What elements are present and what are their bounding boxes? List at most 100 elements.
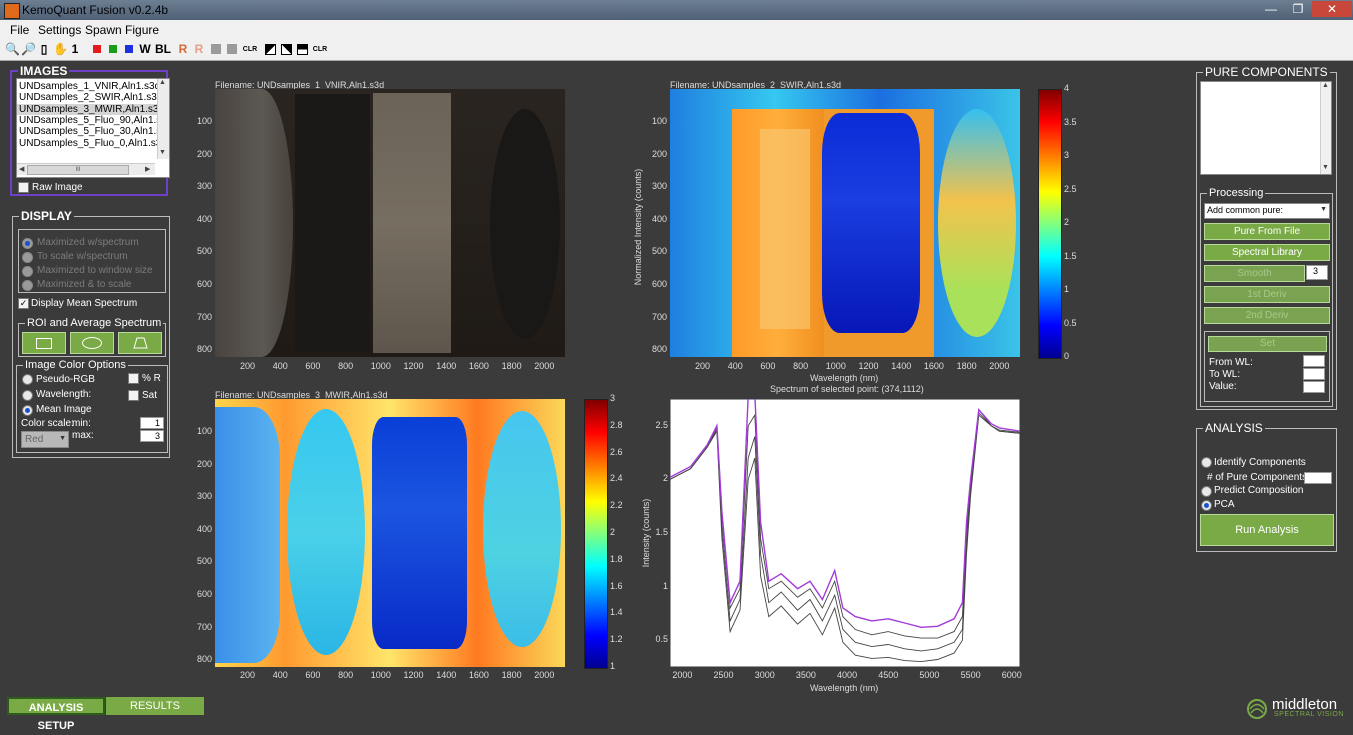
list-scrollbar-horizontal[interactable]: ◀ III ▶ bbox=[17, 163, 155, 175]
mwir-xtick: 1600 bbox=[468, 670, 489, 680]
mwir-colorbar-tick: 1.4 bbox=[610, 607, 623, 618]
roi-ellipse-button[interactable] bbox=[70, 332, 114, 354]
data-cursor-icon[interactable]: ▯ bbox=[37, 42, 51, 57]
image-file-item[interactable]: UNDsamples_5_Fluo_90,Aln1.s3 bbox=[17, 115, 158, 126]
clear-roi-button[interactable]: CLR bbox=[242, 42, 258, 57]
black-level-button[interactable]: BL bbox=[154, 42, 172, 57]
vnir-image[interactable] bbox=[215, 89, 565, 357]
vnir-xtick: 1000 bbox=[370, 361, 391, 371]
mwir-image[interactable] bbox=[215, 399, 565, 667]
channel-one-button[interactable]: 1 bbox=[69, 42, 81, 57]
smooth-input[interactable]: 3 bbox=[1306, 265, 1328, 280]
square-tool-icon[interactable] bbox=[264, 42, 276, 57]
grid-alt-icon[interactable] bbox=[226, 42, 238, 57]
wavelength-label: Wavelength: bbox=[36, 389, 92, 400]
roi-rectangle-button[interactable] bbox=[22, 332, 66, 354]
list-scrollbar-vertical[interactable]: ▲ ▼ bbox=[157, 79, 169, 159]
tab-results[interactable]: RESULTS bbox=[106, 697, 204, 715]
spectrum-xtick: 4000 bbox=[837, 670, 858, 680]
set-button[interactable]: Set bbox=[1208, 336, 1327, 352]
identify-components-radio[interactable] bbox=[1201, 457, 1212, 468]
size-radio-4[interactable] bbox=[22, 280, 33, 291]
display-mean-spectrum-checkbox[interactable]: ✓ bbox=[18, 298, 29, 309]
zoom-in-icon[interactable]: 🔍 bbox=[5, 42, 20, 57]
maximize-button[interactable]: ❐ bbox=[1285, 1, 1311, 17]
swir-xtick: 1000 bbox=[825, 361, 846, 371]
color-scale-min-input[interactable]: 1 bbox=[140, 417, 164, 429]
pure-components-title: PURE COMPONENTS bbox=[1203, 65, 1330, 79]
minimize-button[interactable]: — bbox=[1258, 1, 1284, 17]
mwir-colorbar-tick: 1.2 bbox=[610, 634, 623, 645]
image-file-item[interactable]: UNDsamples_1_VNIR,Aln1.s3d bbox=[17, 81, 158, 92]
mwir-xtick: 800 bbox=[338, 670, 354, 680]
white-button[interactable]: W bbox=[138, 42, 152, 57]
vnir-ytick: 500 bbox=[196, 246, 212, 257]
vnir-xtick: 800 bbox=[338, 361, 354, 371]
add-common-pure-select[interactable]: Add common pure: ▼ bbox=[1204, 203, 1330, 219]
clear-selection-button[interactable]: CLR bbox=[312, 42, 328, 57]
spectral-library-button[interactable]: Spectral Library bbox=[1204, 244, 1330, 261]
sat-checkbox[interactable] bbox=[128, 390, 139, 401]
grid-icon[interactable] bbox=[210, 42, 222, 57]
smooth-button[interactable]: Smooth bbox=[1204, 265, 1305, 282]
square-tool-third-icon[interactable] bbox=[296, 42, 308, 57]
to-wl-input[interactable] bbox=[1303, 368, 1325, 380]
spectrum-xtick: 2000 bbox=[672, 670, 693, 680]
vnir-ytick: 400 bbox=[196, 213, 212, 224]
size-radio-3[interactable] bbox=[22, 266, 33, 277]
swir-image[interactable] bbox=[670, 89, 1020, 357]
pan-icon[interactable]: ✋ bbox=[53, 42, 68, 57]
size-option-2: To scale w/spectrum bbox=[37, 251, 128, 262]
red-channel-button[interactable] bbox=[93, 45, 101, 53]
menu-spawn-figure[interactable]: Spawn Figure bbox=[85, 23, 159, 37]
mwir-xtick: 400 bbox=[272, 670, 288, 680]
spectrum-chart[interactable] bbox=[670, 399, 1020, 667]
pure-from-file-button[interactable]: Pure From File bbox=[1204, 223, 1330, 240]
swir-ytick: 600 bbox=[651, 279, 667, 289]
menu-file[interactable]: File bbox=[10, 23, 29, 37]
analysis-panel: ANALYSIS Identify Components # of Pure C… bbox=[1196, 421, 1337, 552]
second-deriv-button[interactable]: 2nd Deriv bbox=[1204, 307, 1330, 324]
raw-image-checkbox[interactable] bbox=[18, 182, 29, 193]
size-radio-2[interactable] bbox=[22, 252, 33, 263]
min-label: min: bbox=[72, 418, 91, 429]
toolbar: 🔍 🔎 ▯ ✋ 1 W BL R R CLR CLR bbox=[0, 40, 1353, 61]
image-file-item[interactable]: UNDsamples_3_MWIR,Aln1.s3d bbox=[17, 103, 158, 115]
num-pure-components-input[interactable] bbox=[1304, 472, 1332, 484]
color-select[interactable]: Red ▼ bbox=[21, 431, 69, 448]
identify-components-label: Identify Components bbox=[1214, 457, 1306, 468]
zoom-out-icon[interactable]: 🔎 bbox=[21, 42, 36, 57]
roi-rect-button[interactable]: R bbox=[177, 42, 189, 57]
square-tool-alt-icon[interactable] bbox=[280, 42, 292, 57]
green-channel-button[interactable] bbox=[109, 45, 117, 53]
value-input[interactable] bbox=[1303, 381, 1325, 393]
menu-settings[interactable]: Settings bbox=[38, 23, 81, 37]
run-analysis-button[interactable]: Run Analysis bbox=[1200, 514, 1334, 546]
pure-components-list[interactable]: ▲ ▼ bbox=[1200, 81, 1332, 175]
image-file-item[interactable]: UNDsamples_2_SWIR,Aln1.s3d bbox=[17, 92, 158, 103]
wavelength-radio[interactable] bbox=[22, 390, 33, 401]
close-button[interactable]: ✕ bbox=[1312, 1, 1352, 17]
blue-channel-button[interactable] bbox=[125, 45, 133, 53]
image-file-item[interactable]: UNDsamples_5_Fluo_30,Aln1.s3 bbox=[17, 126, 158, 137]
max-label: max: bbox=[72, 430, 94, 441]
swir-xtick: 1200 bbox=[858, 361, 879, 371]
image-file-list[interactable]: UNDsamples_1_VNIR,Aln1.s3d UNDsamples_2_S… bbox=[16, 78, 170, 178]
pct-r-checkbox[interactable] bbox=[128, 373, 139, 384]
spectrum-xlabel: Wavelength (nm) bbox=[810, 683, 879, 693]
from-wl-input[interactable] bbox=[1303, 355, 1325, 367]
roi-polygon-button[interactable] bbox=[118, 332, 162, 354]
pseudo-rgb-radio[interactable] bbox=[22, 374, 33, 385]
mean-image-radio[interactable] bbox=[22, 405, 33, 416]
pca-radio[interactable] bbox=[1201, 500, 1212, 511]
vnir-xtick: 1600 bbox=[468, 361, 489, 371]
first-deriv-button[interactable]: 1st Deriv bbox=[1204, 286, 1330, 303]
scroll-thumb[interactable]: III bbox=[27, 165, 129, 175]
color-scale-max-input[interactable]: 3 bbox=[140, 430, 164, 442]
roi-rect-alt-button[interactable]: R bbox=[193, 42, 205, 57]
swir-colorbar-tick: 0.5 bbox=[1064, 317, 1077, 328]
size-radio-1[interactable] bbox=[22, 238, 33, 249]
predict-composition-radio[interactable] bbox=[1201, 486, 1212, 497]
image-file-item[interactable]: UNDsamples_5_Fluo_0,Aln1.s3 bbox=[17, 138, 158, 149]
tab-analysis-setup[interactable]: ANALYSIS SETUP bbox=[7, 697, 105, 732]
